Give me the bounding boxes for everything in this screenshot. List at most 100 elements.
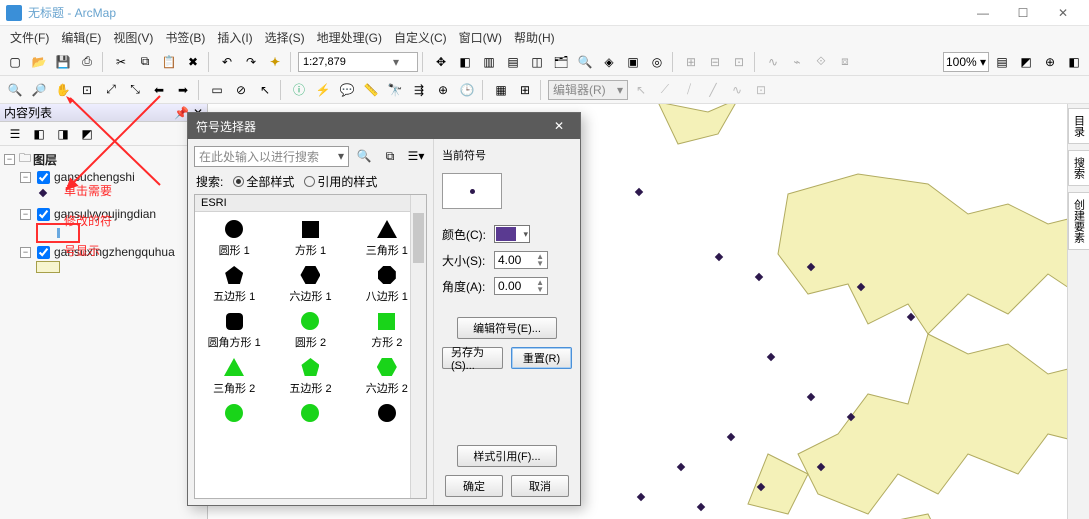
print-icon[interactable]: ⎙	[76, 51, 98, 73]
zoom-combo[interactable]: 100%▾	[943, 52, 989, 72]
ed-b[interactable]: ⟋	[654, 79, 676, 101]
search-go-icon[interactable]: 🔍	[353, 145, 375, 167]
ed-f[interactable]: ⊡	[750, 79, 772, 101]
symbol-pentagon2[interactable]: 五边形 2	[273, 356, 347, 396]
symbol-scrollbar[interactable]	[410, 195, 426, 498]
dialog-titlebar[interactable]: 符号选择器 ✕	[188, 113, 580, 139]
open-icon[interactable]: 📂	[28, 51, 50, 73]
layer-checkbox-0[interactable]	[37, 171, 50, 184]
fullext-icon[interactable]: ⊡	[76, 79, 98, 101]
pan-icon[interactable]: ✋	[52, 79, 74, 101]
tool-ov[interactable]: ▦	[490, 79, 512, 101]
cut-icon[interactable]: ✂	[110, 51, 132, 73]
fixedzoomout-icon[interactable]: ⤡	[124, 79, 146, 101]
menu-window[interactable]: 窗口(W)	[453, 29, 508, 46]
tool-r1[interactable]: ▤	[991, 51, 1013, 73]
delete-icon[interactable]: ✖	[182, 51, 204, 73]
symbol-rdsquare1[interactable]: 圆角方形 1	[197, 310, 271, 350]
catalog-icon[interactable]: 🗂	[550, 51, 572, 73]
size-spinner[interactable]: 4.00▲▼	[494, 251, 548, 269]
dialog-close-icon[interactable]: ✕	[546, 113, 572, 139]
timeslider-icon[interactable]: 🕒	[456, 79, 478, 101]
symbol-more2[interactable]	[273, 402, 347, 438]
tool-r3[interactable]: ⊕	[1039, 51, 1061, 73]
tool-k[interactable]: ⊟	[704, 51, 726, 73]
collapse-icon[interactable]: −	[20, 209, 31, 220]
right-tab-catalog[interactable]: 目录	[1068, 108, 1089, 144]
collapse-icon[interactable]: −	[20, 247, 31, 258]
add-data-icon[interactable]: ✦	[264, 51, 286, 73]
menu-edit[interactable]: 编辑(E)	[55, 29, 107, 46]
styleref-button[interactable]: 样式引用(F)...	[457, 445, 557, 467]
measure-icon[interactable]: 📏	[360, 79, 382, 101]
symbol-circle1[interactable]: 圆形 1	[197, 218, 271, 258]
prevext-icon[interactable]: ⬅	[148, 79, 170, 101]
tool-c[interactable]: ▥	[478, 51, 500, 73]
ed-d[interactable]: ╱	[702, 79, 724, 101]
tool-j[interactable]: ⊞	[680, 51, 702, 73]
symbol-square1[interactable]: 方形 1	[273, 218, 347, 258]
zoomout-icon[interactable]: 🔎	[28, 79, 50, 101]
pointer-icon[interactable]: ↖	[254, 79, 276, 101]
tool-o[interactable]: ⟐	[810, 51, 832, 73]
tool-d[interactable]: ▤	[502, 51, 524, 73]
tool-l[interactable]: ⊡	[728, 51, 750, 73]
hyperlink-icon[interactable]: ⚡	[312, 79, 334, 101]
findroute-icon[interactable]: ⇶	[408, 79, 430, 101]
menu-geoproc[interactable]: 地理处理(G)	[311, 29, 388, 46]
maximize-button[interactable]: ☐	[1003, 0, 1043, 25]
toc-listbydraw-icon[interactable]: ☰	[4, 123, 26, 145]
identify-icon[interactable]: ⓘ	[288, 79, 310, 101]
copy-icon[interactable]: ⧉	[134, 51, 156, 73]
toc-root[interactable]: − 🗀 图层	[4, 150, 203, 168]
layer-checkbox-1[interactable]	[37, 208, 50, 221]
ed-c[interactable]: ⧸	[678, 79, 700, 101]
zoomin-icon[interactable]: 🔍	[4, 79, 26, 101]
menu-bookmark[interactable]: 书签(B)	[159, 29, 211, 46]
undo-icon[interactable]: ↶	[216, 51, 238, 73]
layer-checkbox-2[interactable]	[37, 246, 50, 259]
search-combo[interactable]: 在此处输入以进行搜索 ▾	[194, 146, 349, 167]
collapse-icon[interactable]: −	[4, 154, 15, 165]
tool-r2[interactable]: ◩	[1015, 51, 1037, 73]
search-opts-icon[interactable]: ⧉	[379, 145, 401, 167]
tool-ov2[interactable]: ⊞	[514, 79, 536, 101]
menu-help[interactable]: 帮助(H)	[508, 29, 561, 46]
chevron-down-icon[interactable]: ▾	[338, 149, 344, 163]
tool-a[interactable]: ✥	[430, 51, 452, 73]
editor-dropdown[interactable]: 编辑器(R)▾	[548, 80, 628, 100]
saveas-button[interactable]: 另存为(S)...	[442, 347, 503, 369]
toc-listbysel-icon[interactable]: ◩	[76, 123, 98, 145]
menu-select[interactable]: 选择(S)	[259, 29, 311, 46]
reset-button[interactable]: 重置(R)	[511, 347, 572, 369]
tool-p[interactable]: ⧈	[834, 51, 856, 73]
collapse-icon[interactable]: −	[20, 172, 31, 183]
tool-e[interactable]: ◫	[526, 51, 548, 73]
polygon-symbol-2[interactable]	[36, 261, 60, 273]
toc-listbysource-icon[interactable]: ◧	[28, 123, 50, 145]
radio-all-styles[interactable]: 全部样式	[233, 173, 294, 190]
symbol-triangle2[interactable]: 三角形 2	[197, 356, 271, 396]
symbol-hexagon1[interactable]: 六边形 1	[273, 264, 347, 304]
ed-e[interactable]: ∿	[726, 79, 748, 101]
radio-ref-styles[interactable]: 引用的样式	[304, 173, 377, 190]
nextext-icon[interactable]: ➡	[172, 79, 194, 101]
angle-spinner[interactable]: 0.00▲▼	[494, 277, 548, 295]
toc-listbyvis-icon[interactable]: ◨	[52, 123, 74, 145]
symbol-pentagon1[interactable]: 五边形 1	[197, 264, 271, 304]
redo-icon[interactable]: ↷	[240, 51, 262, 73]
search-icon[interactable]: 🔍	[574, 51, 596, 73]
tool-i[interactable]: ◎	[646, 51, 668, 73]
close-button[interactable]: ✕	[1043, 0, 1083, 25]
select-icon[interactable]: ▭	[206, 79, 228, 101]
clearsel-icon[interactable]: ⊘	[230, 79, 252, 101]
right-tab-search[interactable]: 搜索	[1068, 150, 1089, 186]
right-tab-createfeat[interactable]: 创建要素	[1068, 192, 1089, 250]
goto-xy-icon[interactable]: ⊕	[432, 79, 454, 101]
ok-button[interactable]: 确定	[445, 475, 503, 497]
htmlpopup-icon[interactable]: 💬	[336, 79, 358, 101]
tool-m[interactable]: ∿	[762, 51, 784, 73]
paste-icon[interactable]: 📋	[158, 51, 180, 73]
minimize-button[interactable]: —	[963, 0, 1003, 25]
symbol-more1[interactable]	[197, 402, 271, 438]
